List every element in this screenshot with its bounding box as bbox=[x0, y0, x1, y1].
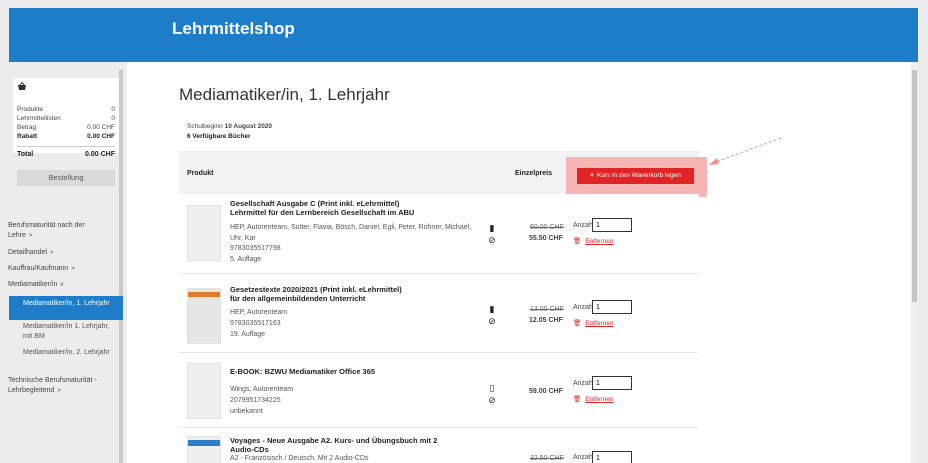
no-download-icon: ⊘ bbox=[488, 235, 496, 245]
cart-row-products: Produkte 0 bbox=[17, 106, 115, 113]
header-bar bbox=[9, 8, 918, 62]
product-row: Gesetzestexte 2020/2021 (Print inkl. eLe… bbox=[179, 275, 699, 353]
no-download-icon: ⊘ bbox=[488, 316, 496, 326]
plus-icon: + bbox=[590, 172, 594, 179]
scrollbar-thumb[interactable] bbox=[912, 70, 917, 302]
page-title: Mediamatiker/in, 1. Lehrjahr bbox=[179, 85, 390, 104]
product-row: E-BOOK: BZWU Mediamatiker Office 365 Win… bbox=[179, 354, 699, 428]
product-row: Voyages - Neue Ausgabe A2. Kurs- und Übu… bbox=[179, 429, 699, 463]
device-icon: ▯ bbox=[489, 383, 495, 393]
trash-icon: 🗑 bbox=[573, 238, 582, 245]
product-edition: 19. Auflage bbox=[230, 331, 266, 338]
product-authors: HEP, Autorenteam, Sutter, Flavia, Bösch,… bbox=[230, 224, 472, 242]
col-product: Produkt bbox=[187, 170, 214, 177]
book-icon: ▮ bbox=[489, 223, 495, 233]
basket-icon[interactable] bbox=[17, 81, 27, 93]
old-price: 60.00 CHF bbox=[530, 224, 564, 231]
product-isbn: 9783035517798 bbox=[230, 245, 281, 252]
quantity-input[interactable] bbox=[592, 376, 632, 390]
nav-item-mediamatiker-1-bm[interactable]: Mediamatiker/in 1. Lehrjahr, mit BM bbox=[23, 322, 115, 341]
price: 59.00 CHF bbox=[529, 388, 563, 395]
remove-link[interactable]: 🗑 Entfernen bbox=[573, 395, 613, 403]
old-price: 32.50 CHF bbox=[530, 455, 564, 462]
price: 55.50 CHF bbox=[529, 235, 563, 242]
nav-item-kaufmann[interactable]: Kauffrau/Kaufmann > bbox=[8, 264, 75, 274]
product-title[interactable]: Gesellschaft Ausgabe C (Print inkl. eLeh… bbox=[230, 199, 500, 217]
nav-item-detailhandel[interactable]: Detailhandel > bbox=[8, 248, 53, 258]
brand-title[interactable]: Lehrmittelshop bbox=[172, 19, 295, 39]
product-thumbnail bbox=[187, 288, 221, 344]
nav-item-mediamatiker-1-lehrjahr[interactable]: Mediamatiker/in, 1. Lehrjahr bbox=[9, 296, 123, 320]
nav-item-mediamatiker[interactable]: Mediamatiker/in v bbox=[8, 280, 63, 290]
product-edition: 5. Auflage bbox=[230, 256, 262, 263]
school-start-date: 10 August 2020 bbox=[224, 123, 273, 130]
course-info: Schulbeginn 10 August 2020 6 Verfügbare … bbox=[179, 114, 699, 152]
cover-stripe bbox=[188, 440, 220, 446]
add-course-to-cart-button[interactable]: + Kurs in den Warenkorb legen bbox=[577, 168, 694, 184]
trash-icon: 🗑 bbox=[573, 396, 582, 403]
product-thumbnail bbox=[187, 205, 221, 261]
nav-item-mediamatiker-2-lehrjahr[interactable]: Mediamatiker/in, 2. Lehrjahr bbox=[23, 348, 115, 358]
product-authors: HEP, Autorenteam bbox=[230, 309, 288, 316]
chevron-right-icon: > bbox=[49, 250, 54, 256]
nav-item-berufsmaturitaet[interactable]: Berufsmaturität nach der Lehre > bbox=[8, 221, 85, 241]
product-title[interactable]: Gesetzestexte 2020/2021 (Print inkl. eLe… bbox=[230, 285, 500, 303]
cover-stripe bbox=[188, 292, 220, 297]
chevron-right-icon: > bbox=[71, 266, 75, 272]
chevron-right-icon: > bbox=[57, 388, 61, 394]
product-thumbnail bbox=[187, 436, 221, 463]
book-icon: ▮ bbox=[489, 304, 495, 314]
price: 12.05 CHF bbox=[529, 317, 563, 324]
old-price: 13.00 CHF bbox=[530, 306, 564, 313]
order-button[interactable]: Bestellung bbox=[17, 170, 115, 186]
product-row: Gesellschaft Ausgabe C (Print inkl. eLeh… bbox=[179, 194, 699, 274]
chevron-right-icon: > bbox=[28, 233, 33, 239]
product-edition: unbekannt bbox=[230, 408, 263, 415]
available-books: 6 Verfügbare Bücher bbox=[187, 133, 251, 140]
cart-row-discount: Rabatt 0.00 CHF bbox=[17, 133, 115, 140]
col-price: Einzelpreis bbox=[515, 170, 552, 177]
quantity-input[interactable] bbox=[592, 218, 632, 232]
product-authors: Wings, Autorenteam bbox=[230, 386, 294, 393]
cart-row-lists: Lehrmittellisten 0 bbox=[17, 115, 115, 122]
quantity-input[interactable] bbox=[592, 451, 632, 463]
cart-summary: Produkte 0 Lehrmittellisten 0 Betrag 0.0… bbox=[13, 78, 119, 153]
cart-row-amount: Betrag 0.00 CHF bbox=[17, 124, 115, 131]
product-thumbnail bbox=[187, 363, 221, 419]
product-title[interactable]: Voyages - Neue Ausgabe A2. Kurs- und Übu… bbox=[230, 436, 500, 454]
product-title[interactable]: E-BOOK: BZWU Mediamatiker Office 365 bbox=[230, 367, 500, 376]
school-start-label: Schulbeginn bbox=[187, 123, 223, 130]
product-isbn: 9783035517163 bbox=[230, 320, 281, 327]
annotation-arrow-icon bbox=[709, 137, 782, 165]
product-isbn: 2079951734225 bbox=[230, 397, 281, 404]
chevron-down-icon: v bbox=[60, 282, 64, 288]
remove-link[interactable]: 🗑 Entfernen bbox=[573, 319, 613, 327]
remove-link[interactable]: 🗑 Entfernen bbox=[573, 237, 613, 245]
quantity-input[interactable] bbox=[592, 300, 632, 314]
product-authors: A2 - Französisch / Deutsch. Mit 2 Audio-… bbox=[230, 455, 369, 462]
cart-total: Total 0.00 CHF bbox=[17, 151, 115, 158]
no-download-icon: ⊘ bbox=[488, 395, 496, 405]
trash-icon: 🗑 bbox=[573, 320, 582, 327]
nav-item-technische-bm[interactable]: Technische Berufsmaturität - Lehrbegleit… bbox=[8, 376, 116, 396]
cart-divider bbox=[17, 146, 115, 147]
